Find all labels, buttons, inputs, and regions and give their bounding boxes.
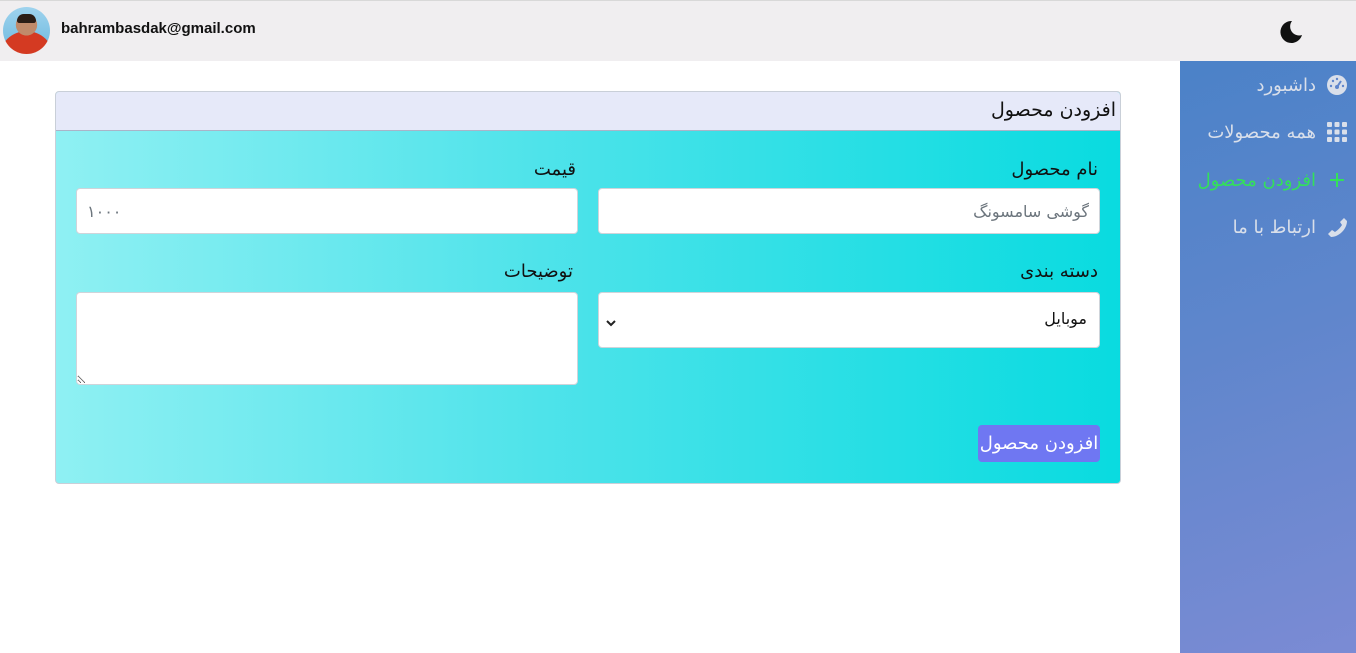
product-name-label: نام محصول xyxy=(1011,159,1098,180)
sidebar-item-label: داشبورد xyxy=(1256,74,1316,96)
sidebar-item-add-product[interactable]: افزودن محصول xyxy=(1198,165,1348,195)
category-selected-value: موبایل xyxy=(1044,309,1087,328)
category-label: دسته بندی xyxy=(1020,261,1098,282)
top-bar: bahrambasdak@gmail.com xyxy=(0,0,1356,61)
category-select[interactable]: موبایل xyxy=(598,292,1100,348)
chevron-down-icon xyxy=(605,313,617,332)
sidebar-item-dashboard[interactable]: داشبورد xyxy=(1256,70,1348,100)
moon-icon[interactable] xyxy=(1276,18,1304,46)
description-label: توضیحات xyxy=(503,261,573,282)
sidebar-item-label: همه محصولات xyxy=(1207,121,1316,143)
sidebar-item-all-products[interactable]: همه محصولات xyxy=(1207,117,1348,147)
user-avatar[interactable] xyxy=(3,7,50,54)
add-product-card: افزودن محصول نام محصول قیمت دسته بندی مو… xyxy=(55,91,1121,484)
sidebar-item-contact[interactable]: ارتباط با ما xyxy=(1233,212,1348,242)
card-header: افزودن محصول xyxy=(56,92,1120,131)
add-product-button[interactable]: افزودن محصول xyxy=(978,425,1100,462)
product-name-input[interactable] xyxy=(598,188,1100,234)
plus-icon xyxy=(1326,169,1348,191)
user-email: bahrambasdak@gmail.com xyxy=(61,20,256,37)
price-label: قیمت xyxy=(533,159,576,180)
sidebar-item-label: ارتباط با ما xyxy=(1232,216,1316,238)
grid-icon xyxy=(1326,121,1348,143)
dashboard-gauge-icon xyxy=(1326,74,1348,96)
sidebar: داشبورد همه محصولات افزودن محصول ارتباط … xyxy=(1180,61,1356,653)
price-input[interactable] xyxy=(76,188,578,234)
phone-icon xyxy=(1326,216,1348,238)
card-title: افزودن محصول xyxy=(990,99,1116,121)
sidebar-item-label: افزودن محصول xyxy=(1197,169,1316,191)
description-textarea[interactable] xyxy=(76,292,578,385)
